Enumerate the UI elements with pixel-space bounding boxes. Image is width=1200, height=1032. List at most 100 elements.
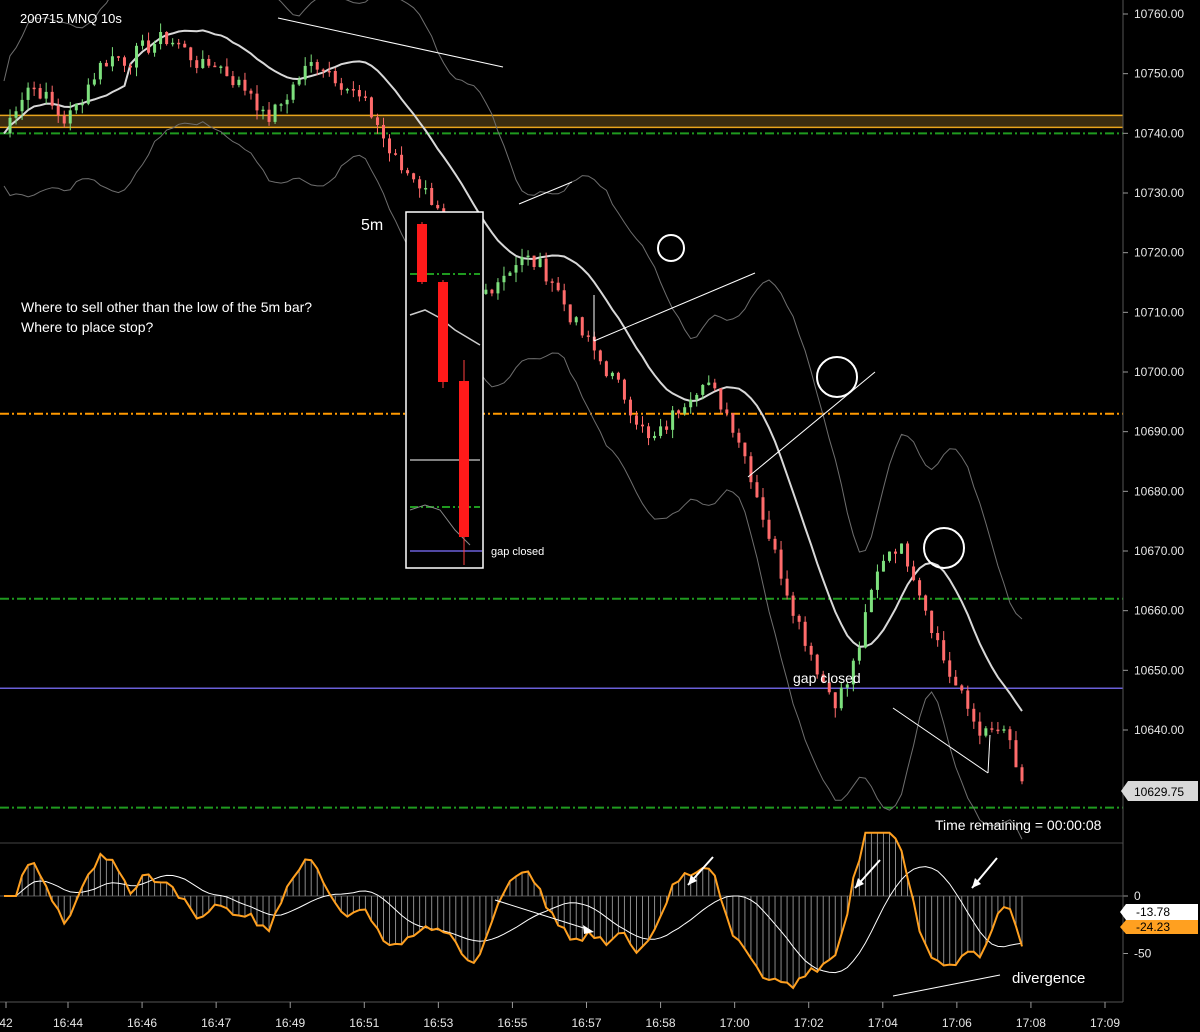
band-lower <box>3 121 1023 840</box>
candle-body <box>948 660 952 677</box>
candle-body <box>74 103 78 111</box>
candle-body <box>900 543 904 554</box>
candle-body <box>906 543 910 567</box>
candles <box>8 23 1024 785</box>
candle-body <box>616 372 620 380</box>
time-axis: 42 16:44 16:46 16:47 16:49 16:51 16:53 16:55 16:… <box>0 1001 1123 1030</box>
svg-text:10629.75: 10629.75 <box>1134 785 1184 799</box>
candle-body <box>538 258 542 267</box>
candle-body <box>147 40 151 53</box>
time-tick-label: 16:49 <box>275 1016 305 1030</box>
price-tick-label: 10710.00 <box>1134 305 1184 319</box>
time-tick-label: 16:57 <box>571 1016 601 1030</box>
candle-body <box>339 83 343 90</box>
candle-body <box>996 729 1000 732</box>
candle-body <box>707 382 711 385</box>
candle-body <box>773 538 777 550</box>
candle-body <box>562 290 566 305</box>
candle-body <box>8 117 12 134</box>
candle-body <box>303 65 307 80</box>
candle-body <box>719 388 723 410</box>
candle-body <box>321 69 325 72</box>
candle-body <box>1008 729 1012 741</box>
price-tick-label: 10750.00 <box>1134 67 1184 81</box>
candle-body <box>116 56 120 58</box>
candle-body <box>803 621 807 646</box>
candle-body <box>502 275 506 283</box>
inset-candle-1 <box>417 224 427 282</box>
highlight-circles <box>657 234 965 569</box>
candle-body <box>363 96 367 98</box>
candle-body <box>86 84 90 104</box>
candle-body <box>122 57 126 66</box>
candle-body <box>255 93 259 111</box>
candle-body <box>273 104 277 122</box>
candle-body <box>267 109 271 122</box>
time-remaining: Time remaining = 00:00:08 <box>935 817 1102 833</box>
candle-body <box>98 62 102 80</box>
price-tick-label: 10680.00 <box>1134 484 1184 498</box>
oscillator-panel: 0 -50 <box>4 831 1152 1002</box>
candle-body <box>641 424 645 427</box>
candle-body <box>26 87 30 100</box>
candle-body <box>574 317 578 323</box>
candle-body <box>767 519 771 539</box>
candle-body <box>809 645 813 655</box>
price-chart: 10760.00 10750.00 10740.00 10730.00 10720.00… <box>0 0 1198 1030</box>
candle-body <box>634 415 638 425</box>
inset-candle-3 <box>459 381 469 537</box>
candle-body <box>737 432 741 443</box>
candle-body <box>954 676 958 686</box>
candle-body <box>604 361 608 377</box>
candle-body <box>610 372 614 377</box>
candle-body <box>189 47 193 61</box>
horizontal-levels <box>0 114 1123 809</box>
candle-body <box>743 442 747 457</box>
candle-body <box>869 589 873 613</box>
candle-body <box>785 578 789 596</box>
candle-body <box>381 124 385 139</box>
question-2: Where to place stop? <box>21 319 154 335</box>
candle-body <box>972 708 976 722</box>
time-tick-label: 42 <box>0 1016 13 1030</box>
candle-body <box>135 45 139 68</box>
candle-body <box>990 728 994 730</box>
candle-body <box>791 595 795 616</box>
candle-body <box>966 690 970 709</box>
time-tick-label: 16:55 <box>497 1016 527 1030</box>
candle-body <box>249 90 253 94</box>
price-tick-label: 10730.00 <box>1134 186 1184 200</box>
candle-body <box>177 42 181 45</box>
candle-body <box>556 282 560 291</box>
candle-body <box>201 58 205 68</box>
trendline-flag-1 <box>518 181 573 205</box>
candle-body <box>839 687 843 709</box>
candle-body <box>677 410 681 414</box>
candle-body <box>490 289 494 294</box>
candle-body <box>237 79 241 86</box>
time-tick-label: 16:58 <box>646 1016 676 1030</box>
price-axis: 10760.00 10750.00 10740.00 10730.00 10720.00… <box>1122 0 1184 843</box>
candle-body <box>731 413 735 433</box>
candle-body <box>285 99 289 105</box>
candle-body <box>400 154 404 171</box>
candle-body <box>159 32 163 45</box>
candle-body <box>388 138 392 154</box>
candle-body <box>333 70 337 84</box>
candle-body <box>942 640 946 661</box>
candle-body <box>713 382 717 389</box>
time-tick-label: 16:51 <box>349 1016 379 1030</box>
resistance-zone <box>0 115 1123 128</box>
candle-body <box>683 407 687 414</box>
inset-5m-box <box>405 211 484 569</box>
candle-body <box>653 435 657 439</box>
candle-body <box>128 65 132 68</box>
candle-body <box>918 580 922 596</box>
candle-body <box>357 90 361 97</box>
candle-body <box>50 91 54 106</box>
svg-text:-13.78: -13.78 <box>1136 905 1170 919</box>
price-tick-label: 10740.00 <box>1134 126 1184 140</box>
circle-marker-2 <box>816 356 858 398</box>
candle-body <box>141 40 145 46</box>
question-1: Where to sell other than the low of the … <box>21 299 312 315</box>
